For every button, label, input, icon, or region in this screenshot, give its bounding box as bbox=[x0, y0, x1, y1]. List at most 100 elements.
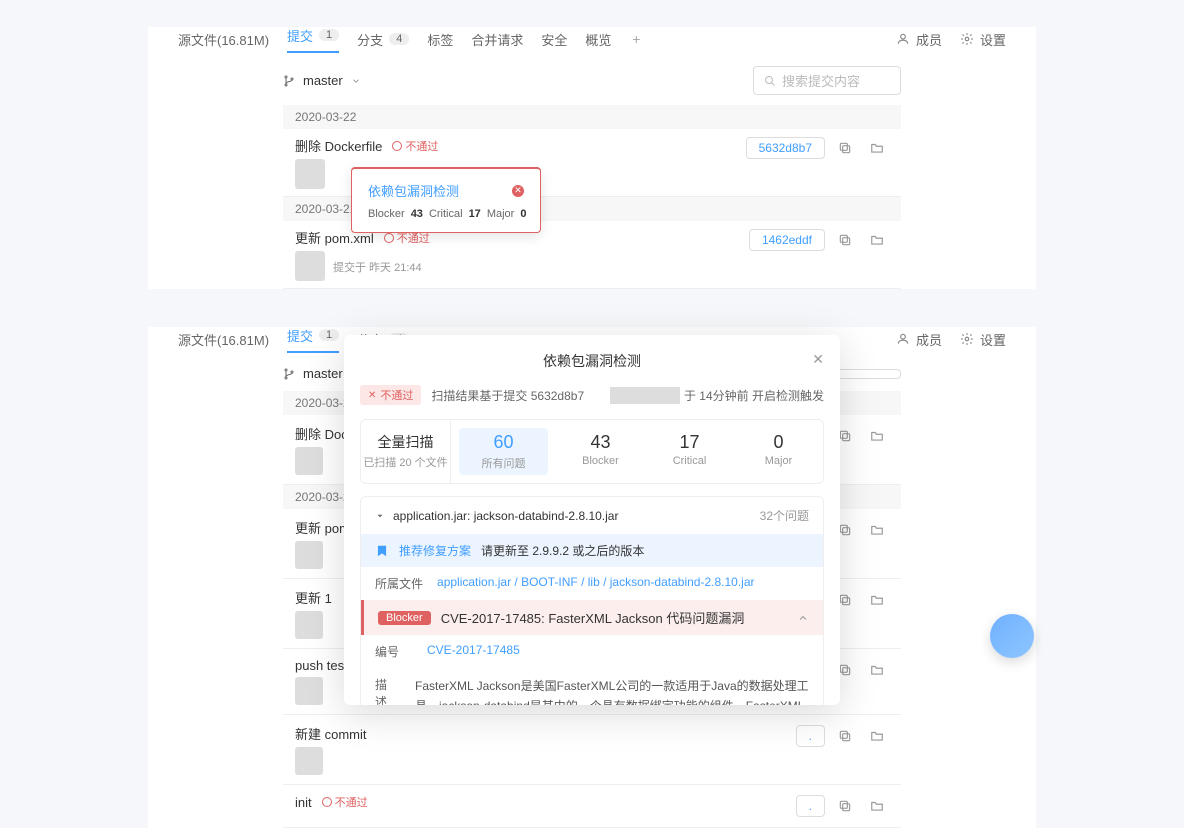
nav-settings[interactable]: 设置 bbox=[960, 30, 1006, 49]
commits-count: 1 bbox=[319, 29, 339, 41]
nav-members[interactable]: 成员 bbox=[896, 330, 942, 349]
stat-num: 17 bbox=[645, 432, 734, 453]
fail-tag-text: 不通过 bbox=[380, 387, 413, 403]
commit-row[interactable]: 新建 commit . bbox=[283, 715, 901, 785]
branch-name: master bbox=[303, 366, 343, 381]
nav-commits-label: 提交 bbox=[287, 26, 313, 45]
belong-path[interactable]: application.jar / BOOT-INF / lib / jacks… bbox=[437, 575, 754, 592]
nav-security[interactable]: 安全 bbox=[541, 30, 567, 49]
avatar bbox=[295, 447, 323, 475]
vulnerability-modal: 依赖包漏洞检测 ✕ ✕ 不通过 扫描结果基于提交 5632d8b7 于 14分钟… bbox=[344, 335, 840, 705]
nav-commits[interactable]: 提交 1 bbox=[287, 326, 339, 353]
floating-action-button[interactable] bbox=[990, 614, 1034, 658]
commit-row[interactable]: 删除 Dockerfile 不通过 5632d8b7 bbox=[283, 129, 901, 197]
stat-major[interactable]: 0 Major bbox=[734, 420, 823, 483]
top-nav: 源文件(16.81M) 提交 1 分支 4 标签 合并请求 安全 概览 + 成员… bbox=[148, 27, 1036, 51]
folder-icon[interactable] bbox=[865, 724, 889, 748]
fail-badge[interactable]: 不通过 bbox=[392, 138, 438, 154]
nav-members[interactable]: 成员 bbox=[896, 30, 942, 49]
stat-num: 43 bbox=[556, 432, 645, 453]
avatar bbox=[295, 541, 323, 569]
copy-icon[interactable] bbox=[833, 724, 857, 748]
nav-settings-label: 设置 bbox=[980, 330, 1006, 349]
close-icon[interactable]: ✕ bbox=[812, 351, 824, 368]
folder-icon[interactable] bbox=[865, 228, 889, 252]
stat-critical[interactable]: 17 Critical bbox=[645, 420, 734, 483]
commit-title: 删除 Dockerfile bbox=[295, 136, 382, 155]
blocker-tag: Blocker bbox=[378, 611, 431, 625]
avatar bbox=[295, 747, 323, 775]
stat-all-issues[interactable]: 60 所有问题 bbox=[459, 428, 548, 475]
major-count: 0 bbox=[520, 208, 526, 220]
folder-icon[interactable] bbox=[865, 588, 889, 612]
folder-icon[interactable] bbox=[865, 658, 889, 682]
search-input[interactable]: 搜索提交内容 bbox=[753, 66, 901, 95]
fail-text: 不通过 bbox=[405, 138, 438, 154]
vulnerability-tooltip: 依赖包漏洞检测 ✕ Blocker 43 Critical 17 Major 0 bbox=[351, 167, 541, 233]
fail-badge[interactable]: 不通过 bbox=[322, 794, 368, 810]
desc-row: 描述 FasterXML Jackson是美国FasterXML公司的一款适用于… bbox=[361, 668, 823, 705]
commit-hash[interactable]: 5632d8b7 bbox=[746, 137, 825, 159]
time-info: 于 14分钟前 开启检测触发 bbox=[684, 387, 824, 404]
nav-commits-label: 提交 bbox=[287, 326, 313, 345]
stat-blocker[interactable]: 43 Blocker bbox=[556, 420, 645, 483]
fail-ring-icon bbox=[322, 797, 332, 807]
stat-num: 60 bbox=[459, 432, 548, 453]
nav-source-files[interactable]: 源文件(16.81M) bbox=[178, 30, 269, 49]
commit-hash[interactable]: . bbox=[796, 795, 825, 817]
tooltip-title[interactable]: 依赖包漏洞检测 bbox=[368, 181, 459, 200]
file-header[interactable]: application.jar: jackson-databind-2.8.10… bbox=[361, 497, 823, 534]
branch-selector[interactable]: master bbox=[283, 73, 361, 88]
error-icon: ✕ bbox=[512, 185, 524, 197]
blocker-count: 43 bbox=[411, 208, 423, 220]
stat-label: 全量扫描 bbox=[361, 432, 450, 452]
avatar-placeholder bbox=[610, 387, 680, 404]
commit-row[interactable]: init 不通过 . bbox=[283, 785, 901, 828]
branch-icon bbox=[283, 367, 295, 381]
commit-list: 2020-03-22 删除 Dockerfile 不通过 5632d8b7 bbox=[283, 105, 901, 289]
cve-row[interactable]: Blocker CVE-2017-17485: FasterXML Jackso… bbox=[361, 600, 823, 635]
commit-title: push test bbox=[295, 658, 348, 673]
folder-icon[interactable] bbox=[865, 518, 889, 542]
blocker-label: Blocker bbox=[368, 208, 405, 220]
fail-tag: ✕ 不通过 bbox=[360, 385, 421, 405]
avatar bbox=[295, 677, 323, 705]
commit-title: 更新 1 bbox=[295, 591, 332, 606]
commit-hash[interactable]: 1462eddf bbox=[749, 229, 825, 251]
branch-icon bbox=[283, 74, 295, 88]
nav-settings[interactable]: 设置 bbox=[960, 330, 1006, 349]
fail-ring-icon bbox=[392, 141, 402, 151]
copy-icon[interactable] bbox=[833, 228, 857, 252]
nav-overview[interactable]: 概览 bbox=[585, 30, 611, 49]
commits-count: 1 bbox=[319, 329, 339, 341]
belong-row: 所属文件 application.jar / BOOT-INF / lib / … bbox=[361, 567, 823, 600]
nav-members-label: 成员 bbox=[916, 30, 942, 49]
copy-icon[interactable] bbox=[833, 794, 857, 818]
file-name: application.jar: jackson-databind-2.8.10… bbox=[393, 509, 618, 523]
folder-icon[interactable] bbox=[865, 794, 889, 818]
cve-title: CVE-2017-17485: FasterXML Jackson 代码问题漏洞 bbox=[441, 608, 745, 627]
critical-count: 17 bbox=[469, 208, 481, 220]
nav-tags[interactable]: 标签 bbox=[427, 30, 453, 49]
nav-members-label: 成员 bbox=[916, 330, 942, 349]
nav-source-files[interactable]: 源文件(16.81M) bbox=[178, 330, 269, 349]
folder-icon[interactable] bbox=[865, 424, 889, 448]
stat-label: 所有问题 bbox=[459, 455, 548, 471]
modal-title: 依赖包漏洞检测 bbox=[543, 353, 641, 369]
avatar bbox=[295, 159, 325, 189]
commit-time: 提交于 昨天 21:44 bbox=[333, 259, 422, 275]
nav-merge-requests[interactable]: 合并请求 bbox=[471, 30, 523, 49]
folder-icon[interactable] bbox=[865, 136, 889, 160]
commit-hash[interactable]: . bbox=[796, 725, 825, 747]
id-value[interactable]: CVE-2017-17485 bbox=[427, 643, 520, 660]
recommend-text: 请更新至 2.9.9.2 或之后的版本 bbox=[481, 542, 644, 559]
scan-info: 扫描结果基于提交 5632d8b7 bbox=[431, 387, 584, 404]
add-tab-icon[interactable]: + bbox=[629, 32, 643, 46]
nav-branches[interactable]: 分支 4 bbox=[357, 30, 409, 49]
nav-commits[interactable]: 提交 1 bbox=[287, 26, 339, 53]
date-header: 2020-03-22 bbox=[283, 105, 901, 129]
copy-icon[interactable] bbox=[833, 136, 857, 160]
bookmark-icon bbox=[375, 544, 389, 558]
fail-ring-icon bbox=[384, 233, 394, 243]
branch-row: master 搜索提交内容 bbox=[283, 51, 901, 105]
